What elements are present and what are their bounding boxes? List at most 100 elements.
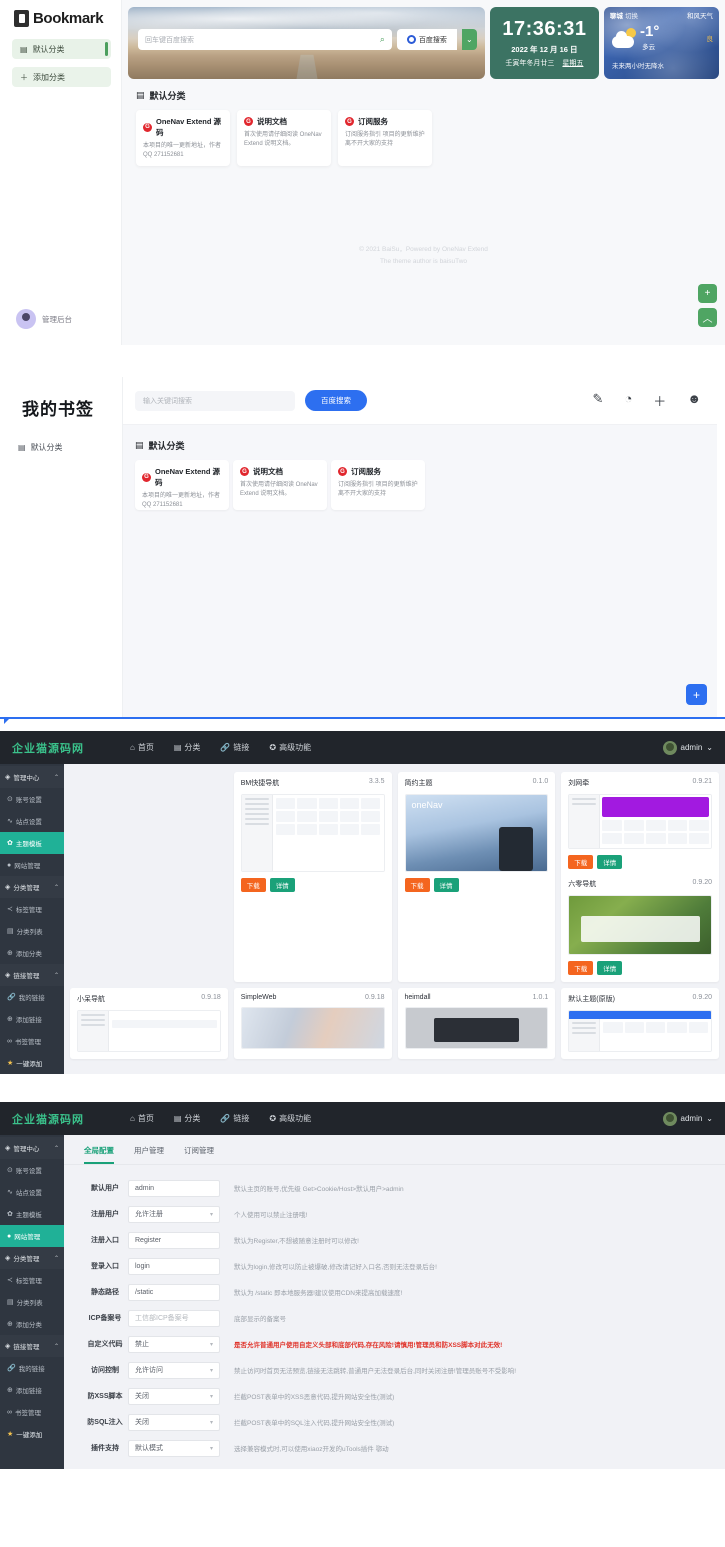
sidebar-item-website-management[interactable]: ● 网站管理 [0, 1225, 64, 1247]
user-icon[interactable]: ☻ [687, 391, 701, 410]
tab-user-management[interactable]: 用户管理 [134, 1145, 164, 1164]
sidebar-item-tag-management[interactable]: ≺ 标签管理 [0, 1269, 64, 1291]
add-category-button[interactable]: ＋ 添加分类 [12, 67, 111, 87]
sidebar-item-account-settings[interactable]: ⊙ 账号设置 [0, 1159, 64, 1181]
bookmark-card[interactable]: G OneNav Extend 源码 本项目的唯一更新地址，作者QQ 27115… [135, 460, 229, 510]
default-user-input[interactable]: admin [128, 1179, 220, 1197]
download-button[interactable]: 下载 [568, 961, 594, 975]
sidebar-item-theme-template[interactable]: ✿ 主题模板 [0, 832, 64, 854]
anti-sql-select[interactable]: 关闭 ▾ [128, 1413, 220, 1431]
theme-card[interactable]: heimdall 1.0.1 [397, 988, 556, 1059]
bookmark-card[interactable]: G 订阅服务 订阅服务指引 项目的更新维护离不开大家的支持 [338, 110, 432, 166]
search-icon[interactable]: ⌕ [380, 34, 385, 45]
sidebar-group-links[interactable]: ◈ 链接管理 ⌃ [0, 964, 64, 986]
sidebar-item-theme-template[interactable]: ✿ 主题模板 [0, 1203, 64, 1225]
sidebar-item-add-link[interactable]: ⊕ 添加链接 [0, 1008, 64, 1030]
search-input[interactable]: 输入关键词搜索 [135, 390, 295, 411]
sidebar-group-categories[interactable]: ◈ 分类管理 ⌃ [0, 1247, 64, 1269]
plus-icon[interactable]: ＋ [653, 391, 666, 410]
nav-item-advanced[interactable]: ✪ 高级功能 [269, 1113, 311, 1124]
detail-button[interactable]: 详情 [269, 878, 295, 892]
sidebar-item-default-category[interactable]: ▤ 默认分类 [18, 442, 122, 453]
brand-logo[interactable]: Bookmark [0, 0, 121, 27]
pen-icon[interactable]: ✎ [593, 391, 604, 410]
back-to-top-fab[interactable]: ︿ [698, 308, 717, 327]
theme-card[interactable]: 刘网牵 0.9.21 下载 详情 六零导航 0.9.20 下载 详情 [561, 772, 719, 982]
sidebar-item-category-list[interactable]: ▤ 分类列表 [0, 920, 64, 942]
admin-entry[interactable]: 管理后台 [16, 309, 72, 329]
theme-card[interactable]: SimpleWeb 0.9.18 [233, 988, 392, 1059]
nav-item-links[interactable]: 🔗 链接 [220, 1113, 249, 1124]
add-link-fab[interactable]: + [686, 684, 707, 705]
home-icon: ⌂ [130, 743, 135, 752]
nav-item-advanced[interactable]: ✪ 高级功能 [269, 742, 311, 753]
weather-city-row[interactable]: 聊城 切换 [610, 10, 638, 20]
user-menu[interactable]: admin ⌄ [662, 1111, 713, 1126]
theme-card-header: 六零导航 0.9.20 [568, 879, 712, 889]
sidebar-item-website-management[interactable]: ● 网站管理 [0, 854, 64, 876]
add-link-fab[interactable]: + [698, 284, 717, 303]
download-button[interactable]: 下载 [568, 855, 594, 869]
register-entry-input[interactable]: Register [128, 1231, 220, 1249]
sidebar-item-one-click-add[interactable]: ★ 一键添加 [0, 1423, 64, 1445]
sidebar-item-add-category[interactable]: ⊕ 添加分类 [0, 1313, 64, 1335]
sidebar-item-add-category[interactable]: ⊕ 添加分类 [0, 942, 64, 964]
static-path-input[interactable]: /static [128, 1283, 220, 1301]
sidebar-item-category-list[interactable]: ▤ 分类列表 [0, 1291, 64, 1313]
bookmark-card-header: G 说明文档 [240, 466, 320, 477]
user-menu[interactable]: admin ⌄ [662, 740, 713, 755]
nav-item-home[interactable]: ⌂ 首页 [130, 742, 154, 753]
tag-icon: ◈ [5, 1343, 11, 1350]
detail-button[interactable]: 详情 [597, 855, 623, 869]
theme-card[interactable]: 默认主题(原版) 0.9.20 [561, 988, 719, 1059]
sidebar-item-default-category[interactable]: ▤ 默认分类 [12, 39, 111, 59]
nav-item-home[interactable]: ⌂ 首页 [130, 1113, 154, 1124]
search-input[interactable]: 回车键百度搜索 ⌕ [138, 29, 392, 50]
sidebar-item-bookmark-management[interactable]: ∞ 书签管理 [0, 1401, 64, 1423]
nav-item-links[interactable]: 🔗 链接 [220, 742, 249, 753]
download-button[interactable]: 下载 [240, 878, 266, 892]
tab-subscription-management[interactable]: 订阅管理 [184, 1145, 214, 1164]
nav-item-categories[interactable]: ▤ 分类 [174, 1113, 201, 1124]
bookmark-card[interactable]: G OneNav Extend 源码 本项目的唯一更新地址，作者QQ 27115… [136, 110, 230, 166]
sidebar-item-my-links[interactable]: 🔗 我的链接 [0, 986, 64, 1008]
sidebar-group-management[interactable]: ◈ 管理中心 ⌃ [0, 766, 64, 788]
theme-card[interactable]: 小呆导航 0.9.18 [70, 988, 228, 1059]
detail-button[interactable]: 详情 [597, 961, 623, 975]
icp-input[interactable]: 工信部ICP备案号 [128, 1309, 220, 1327]
search-engine-button[interactable]: 百度搜索 [396, 29, 457, 50]
theme-card[interactable]: 简约主题 0.1.0 oneNav 下载 详情 [397, 772, 556, 982]
bookmark-card[interactable]: G 说明文档 首次使用请仔细阅读 OneNav Extend 说明文档。 [233, 460, 327, 510]
login-entry-input[interactable]: login [128, 1257, 220, 1275]
access-control-select[interactable]: 允许访问 ▾ [128, 1361, 220, 1379]
sidebar-item-add-link[interactable]: ⊕ 添加链接 [0, 1379, 64, 1401]
weather-switch[interactable]: 切换 [625, 13, 638, 20]
sidebar-item-site-settings[interactable]: ∿ 站点设置 [0, 1181, 64, 1203]
sidebar-item-bookmark-management[interactable]: ∞ 书签管理 [0, 1030, 64, 1052]
sidebar-item-account-settings[interactable]: ⊙ 账号设置 [0, 788, 64, 810]
bookmark-card[interactable]: G 订阅服务 订阅服务指引 项目的更新维护离不开大家的支持 [331, 460, 425, 510]
nav-item-categories[interactable]: ▤ 分类 [174, 742, 201, 753]
sidebar-item-my-links[interactable]: 🔗 我的链接 [0, 1357, 64, 1379]
admin-brand[interactable]: 企业猫源码网 [12, 740, 120, 756]
custom-code-select[interactable]: 禁止 ▾ [128, 1335, 220, 1353]
theme-card[interactable]: BM快捷导航 3.3.5 下载 详情 [233, 772, 392, 982]
sidebar-item-one-click-add[interactable]: ★ 一键添加 [0, 1052, 64, 1074]
palette-icon[interactable]: ◔ [624, 391, 632, 410]
bookmark-card[interactable]: G 说明文档 首次使用请仔细阅读 OneNav Extend 说明文档。 [237, 110, 331, 166]
admin-brand[interactable]: 企业猫源码网 [12, 1111, 120, 1127]
sidebar-item-site-settings[interactable]: ∿ 站点设置 [0, 810, 64, 832]
engine-dropdown-button[interactable]: ⌄ [461, 29, 477, 50]
anti-xss-select[interactable]: 关闭 ▾ [128, 1387, 220, 1405]
sidebar-group-management[interactable]: ◈ 管理中心 ⌃ [0, 1137, 64, 1159]
plugin-support-select[interactable]: 默认模式 ▾ [128, 1439, 220, 1457]
detail-button[interactable]: 详情 [433, 878, 459, 892]
tab-global-config[interactable]: 全局配置 [84, 1145, 114, 1164]
search-button[interactable]: 百度搜索 [305, 390, 367, 411]
sidebar-item-tag-management[interactable]: ≺ 标签管理 [0, 898, 64, 920]
admin-topbar: 企业猫源码网 ⌂ 首页 ▤ 分类 🔗 链接 ✪ 高级功能 admin ⌄ [0, 731, 725, 764]
sidebar-group-categories[interactable]: ◈ 分类管理 ⌃ [0, 876, 64, 898]
sidebar-group-links[interactable]: ◈ 链接管理 ⌃ [0, 1335, 64, 1357]
download-button[interactable]: 下载 [404, 878, 430, 892]
register-user-select[interactable]: 允许注册 ▾ [128, 1205, 220, 1223]
